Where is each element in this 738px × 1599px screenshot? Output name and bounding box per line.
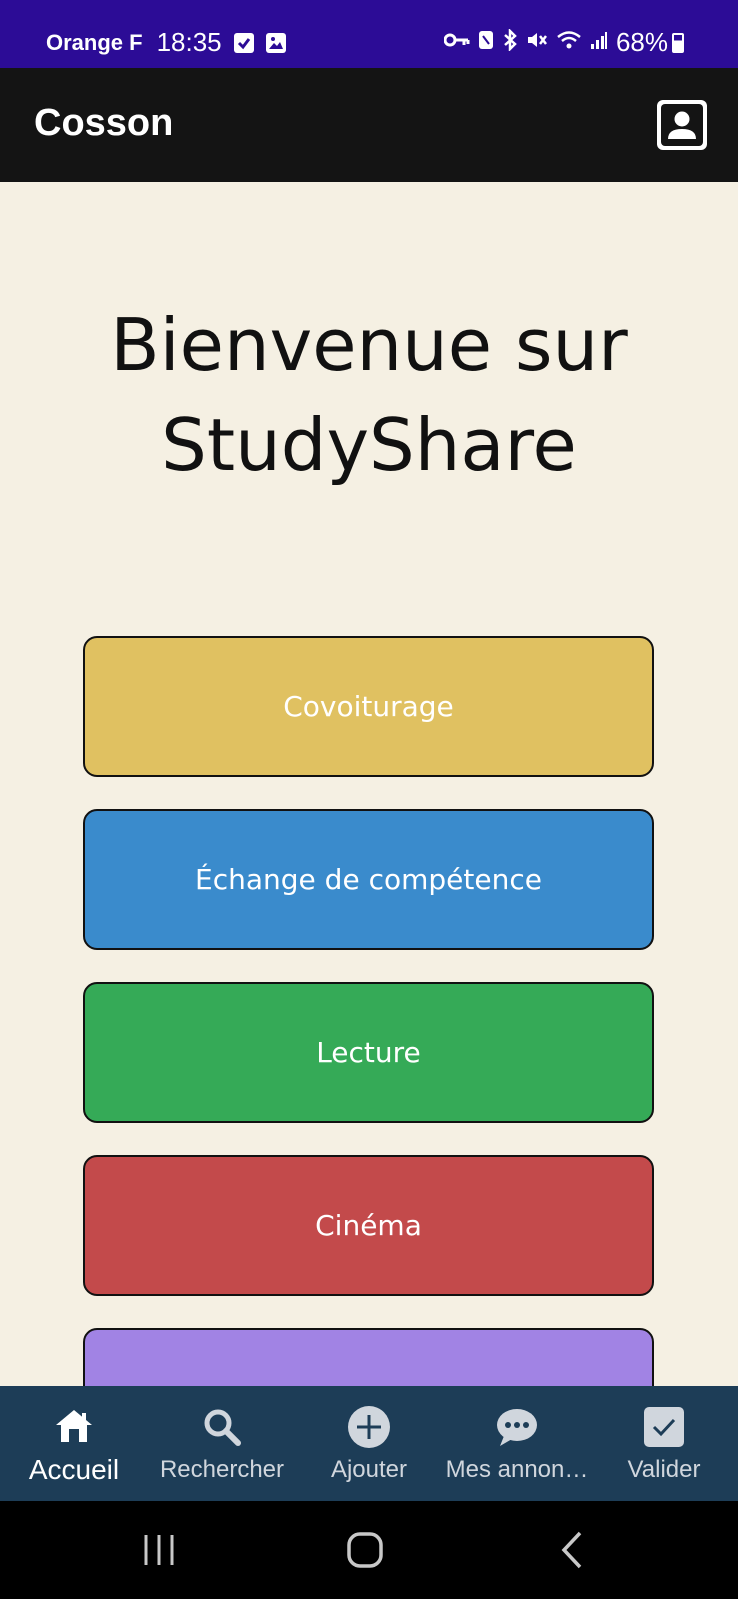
vpn-key-icon xyxy=(443,31,470,54)
welcome-heading: Bienvenue sur StudyShare xyxy=(0,295,738,495)
signal-icon xyxy=(590,30,608,56)
status-time: 18:35 xyxy=(156,27,222,57)
gallery-notification-icon xyxy=(265,32,286,53)
status-bar-right: 68% xyxy=(436,27,684,58)
profile-button[interactable] xyxy=(657,100,707,150)
nav-mes-annonces-label: Mes annon… xyxy=(445,1456,589,1483)
carrier-name: Orange F xyxy=(46,29,143,55)
nav-rechercher[interactable]: Rechercher xyxy=(148,1386,296,1501)
bottom-navigation: Accueil Rechercher Ajouter Mes annon… Va… xyxy=(0,1386,738,1501)
check-box-icon xyxy=(644,1407,684,1447)
category-button-5[interactable] xyxy=(83,1328,654,1386)
cinema-button[interactable]: Cinéma xyxy=(83,1155,654,1296)
nav-rechercher-label: Rechercher xyxy=(159,1456,285,1483)
nav-valider-label: Valider xyxy=(627,1456,701,1483)
nav-mes-annonces[interactable]: Mes annon… xyxy=(443,1386,591,1501)
nav-accueil-label: Accueil xyxy=(28,1454,120,1485)
app-title: Cosson xyxy=(34,102,174,144)
home-content: Bienvenue sur StudyShare Covoiturage Éch… xyxy=(0,182,738,1386)
checkbox-notification-icon xyxy=(233,32,254,53)
lecture-button[interactable]: Lecture xyxy=(83,982,654,1123)
search-icon xyxy=(204,1409,241,1446)
nfc-icon xyxy=(478,30,494,56)
welcome-line-1: Bienvenue sur xyxy=(110,303,628,387)
home-system-icon[interactable] xyxy=(340,1527,390,1573)
system-navigation-bar xyxy=(0,1501,738,1599)
account-box-icon xyxy=(661,104,703,146)
mute-icon xyxy=(526,30,548,56)
covoiturage-button[interactable]: Covoiturage xyxy=(83,636,654,777)
status-bar-left: Orange F 18:35 xyxy=(46,27,286,58)
chat-bubble-icon xyxy=(497,1409,537,1446)
app-bar: Cosson xyxy=(0,68,738,182)
nav-valider[interactable]: Valider xyxy=(590,1386,738,1501)
recent-apps-icon[interactable] xyxy=(134,1527,184,1573)
add-circle-icon xyxy=(348,1406,390,1448)
home-icon xyxy=(56,1410,92,1442)
welcome-line-2: StudyShare xyxy=(161,403,577,487)
bluetooth-icon xyxy=(502,27,518,57)
nav-accueil[interactable]: Accueil xyxy=(0,1386,148,1501)
nav-ajouter-label: Ajouter xyxy=(330,1456,408,1483)
status-bar: Orange F 18:35 68% xyxy=(0,0,738,68)
battery-percentage: 68% xyxy=(615,27,668,57)
battery-icon xyxy=(672,32,684,53)
echange-competence-button[interactable]: Échange de compétence xyxy=(83,809,654,950)
nav-ajouter[interactable]: Ajouter xyxy=(295,1386,443,1501)
wifi-icon xyxy=(556,30,582,56)
back-icon[interactable] xyxy=(548,1527,598,1573)
